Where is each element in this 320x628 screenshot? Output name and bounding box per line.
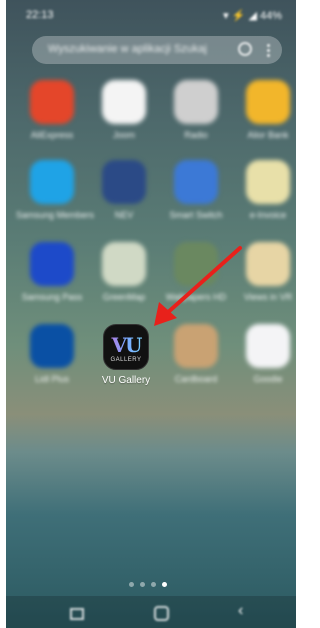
pointer-arrow [154, 246, 242, 326]
page-dot[interactable] [140, 582, 145, 587]
navigation-bar: ‹ [6, 596, 296, 628]
home-icon[interactable] [154, 606, 169, 621]
phone-screen: 22:13 ▾ ⚡ ◢ 44% Wyszukiwanie w aplikacji… [6, 0, 296, 628]
page-dot[interactable] [162, 582, 167, 587]
page-dot[interactable] [151, 582, 156, 587]
recent-apps-icon[interactable] [70, 608, 84, 620]
arrow-shaft [164, 246, 242, 316]
page-dot[interactable] [129, 582, 134, 587]
back-icon[interactable]: ‹ [238, 602, 252, 619]
page-indicator[interactable] [126, 574, 170, 592]
